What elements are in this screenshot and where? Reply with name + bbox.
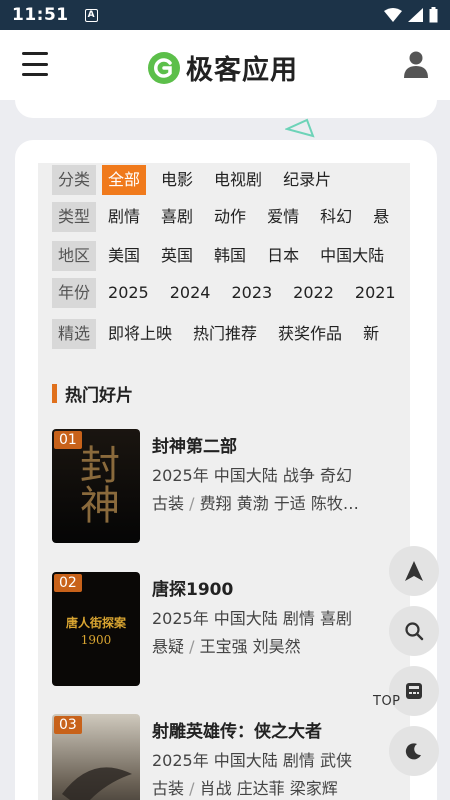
filter-label: 分类 (52, 165, 97, 195)
poster-title-text: 封神 (73, 444, 119, 524)
rank-badge: 02 (54, 574, 82, 592)
separator: / (189, 494, 195, 513)
movie-cast-line: 古装 / 肖战 庄达菲 梁家辉 (152, 775, 338, 799)
filter-chip[interactable]: 韩国 (208, 241, 252, 271)
battery-icon (429, 7, 438, 23)
signal-icon (408, 8, 423, 22)
filter-chip[interactable]: 新 (357, 319, 385, 349)
movie-genre: 古装 (152, 779, 185, 798)
hamburger-icon (22, 52, 48, 55)
filter-chip[interactable]: 日本 (261, 241, 305, 271)
movie-cast: 王宝强 刘昊然 (199, 637, 301, 656)
filter-chip[interactable]: 电视剧 (208, 165, 268, 195)
status-bar: 11:51 A (0, 0, 450, 30)
filter-chip[interactable]: 2021 (349, 278, 402, 308)
filter-label: 年份 (52, 278, 97, 308)
filter-chip[interactable]: 悬 (367, 202, 395, 232)
back-to-top-label[interactable]: TOP (373, 694, 401, 709)
movie-item[interactable]: 03 射雕英雄传：侠之大者 2025年 中国大陆 剧情 武侠 古装 / 肖战 庄… (52, 714, 402, 800)
separator: / (189, 779, 195, 798)
status-time: 11:51 (12, 5, 69, 25)
filter-chip[interactable]: 2024 (164, 278, 217, 308)
filter-chip[interactable]: 纪录片 (277, 165, 337, 195)
filter-chip[interactable]: 2023 (225, 278, 278, 308)
filter-chip[interactable]: 2025 (102, 278, 155, 308)
app-logo: 极客应用 (148, 48, 298, 87)
filter-chip[interactable]: 获奖作品 (272, 319, 348, 349)
movie-poster: 唐人街探案 1900 02 (52, 572, 140, 686)
rank-badge: 01 (54, 431, 82, 449)
filter-chip[interactable]: 电影 (155, 165, 199, 195)
poster-eagle-shape (62, 767, 132, 800)
filter-chip[interactable]: 热门推荐 (187, 319, 263, 349)
filter-chip[interactable]: 中国大陆 (314, 241, 390, 271)
filter-chip[interactable]: 动作 (208, 202, 252, 232)
separator: / (189, 637, 195, 656)
filter-chip[interactable]: 剧情 (102, 202, 146, 232)
movie-cast-line: 悬疑 / 王宝强 刘昊然 (152, 633, 301, 657)
calculator-icon (406, 683, 422, 699)
movie-poster: 03 (52, 714, 140, 800)
movie-genre: 悬疑 (152, 637, 185, 656)
filter-row-region: 地区 美国 英国 韩国 日本 中国大陆 (52, 241, 399, 271)
filter-chip-all[interactable]: 全部 (102, 165, 147, 195)
filter-label: 精选 (52, 319, 97, 349)
filter-row-type: 类型 剧情 喜剧 动作 爱情 科幻 悬 (52, 202, 404, 232)
triangle-icon (285, 118, 315, 138)
filter-row-year: 年份 2025 2024 2023 2022 2021 (52, 278, 410, 308)
movie-title: 封神第二部 (152, 437, 237, 457)
section-title: 热门好片 (52, 381, 133, 406)
section-title-text: 热门好片 (65, 386, 133, 406)
menu-button[interactable] (22, 52, 48, 76)
movie-cast-line: 古装 / 费翔 黄渤 于适 陈牧… (152, 490, 359, 514)
filter-row-featured: 精选 即将上映 热门推荐 获奖作品 新 (52, 319, 394, 349)
filter-chip[interactable]: 英国 (155, 241, 199, 271)
navigate-button[interactable] (389, 546, 439, 596)
top-card (15, 90, 437, 118)
poster-title-text: 唐人街探案 (66, 615, 127, 630)
movie-poster: 封神 01 (52, 429, 140, 543)
dark-mode-button[interactable] (389, 726, 439, 776)
search-icon (405, 622, 424, 641)
filter-chip[interactable]: 2022 (287, 278, 340, 308)
filter-label: 地区 (52, 241, 97, 271)
movie-cast: 费翔 黄渤 于适 陈牧… (199, 494, 359, 513)
wifi-icon (384, 8, 402, 22)
movie-genre: 古装 (152, 494, 185, 513)
movie-meta: 2025年 中国大陆 剧情 喜剧 (152, 609, 352, 628)
search-button[interactable] (389, 606, 439, 656)
notification-a-icon: A (84, 8, 98, 22)
filter-chip[interactable]: 科幻 (314, 202, 358, 232)
movie-title: 射雕英雄传：侠之大者 (152, 722, 322, 742)
movie-meta: 2025年 中国大陆 战争 奇幻 (152, 466, 352, 485)
poster-subtitle-text: 1900 (81, 633, 112, 647)
filter-chip[interactable]: 即将上映 (102, 319, 178, 349)
filter-label: 类型 (52, 202, 97, 232)
filter-row-category: 分类 全部 电影 电视剧 纪录片 (52, 165, 346, 195)
app-title: 极客应用 (186, 55, 298, 86)
content-panel: 分类 全部 电影 电视剧 纪录片 类型 剧情 喜剧 动作 爱情 科幻 悬 地区 … (38, 163, 410, 800)
filter-chip[interactable]: 喜剧 (155, 202, 199, 232)
filter-chip[interactable]: 美国 (102, 241, 146, 271)
movie-item[interactable]: 唐人街探案 1900 02 唐探1900 2025年 中国大陆 剧情 喜剧 悬疑… (52, 572, 402, 686)
moon-icon (405, 743, 421, 760)
logo-g-icon (148, 51, 180, 84)
user-icon[interactable] (404, 50, 428, 78)
section-bar (52, 384, 57, 403)
navigation-arrow-icon (405, 561, 423, 581)
filter-chip[interactable]: 爱情 (261, 202, 305, 232)
movie-cast: 肖战 庄达菲 梁家辉 (199, 779, 338, 798)
rank-badge: 03 (54, 716, 82, 734)
movie-item[interactable]: 封神 01 封神第二部 2025年 中国大陆 战争 奇幻 古装 / 费翔 黄渤 … (52, 429, 402, 543)
movie-title: 唐探1900 (152, 580, 234, 600)
movie-meta: 2025年 中国大陆 剧情 武侠 (152, 751, 352, 770)
